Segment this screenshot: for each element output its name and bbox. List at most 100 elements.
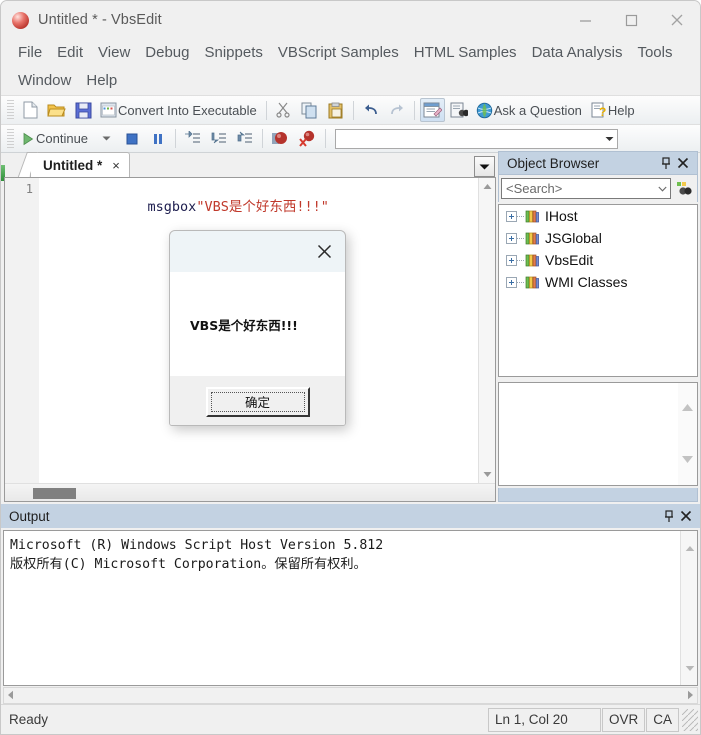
editor-scroll-down-button[interactable] [479, 466, 496, 483]
toolbar-separator [265, 100, 267, 120]
object-browser-find-button[interactable] [673, 178, 695, 199]
clear-breakpoints-button[interactable] [295, 127, 320, 151]
main-toolbar: Convert Into Executable Ask a Question ?… [1, 95, 700, 124]
output-scroll-up-button[interactable] [685, 539, 695, 557]
output-scroll-left-button[interactable] [7, 687, 14, 705]
dialog-message: VBS是个好东西!!! [190, 317, 298, 333]
tab-list-dropdown-button[interactable] [474, 156, 495, 177]
continue-label: Continue [36, 131, 89, 146]
menu-window[interactable]: Window [11, 67, 79, 95]
find-button[interactable] [447, 98, 471, 122]
output-horizontal-scrollbar[interactable] [3, 687, 698, 704]
open-file-button[interactable] [44, 98, 69, 122]
step-into-button[interactable] [181, 127, 205, 151]
object-browser-details-scrollbar[interactable] [678, 383, 697, 485]
menu-html-samples[interactable]: HTML Samples [407, 39, 525, 67]
tree-item-wmi-classes[interactable]: WMI Classes [499, 271, 697, 293]
menu-edit[interactable]: Edit [50, 39, 91, 67]
expand-icon[interactable] [506, 210, 517, 222]
object-browser-panel: Object Browser <Search> IHost JSGlobal V… [498, 151, 698, 502]
redo-button[interactable] [385, 98, 409, 122]
output-scroll-right-button[interactable] [687, 687, 694, 705]
expand-icon[interactable] [506, 254, 517, 266]
toggle-breakpoint-button[interactable] [268, 127, 293, 151]
code-line-1: msgbox"VBS是个好东西!!!" [50, 182, 329, 233]
object-browser-close-icon[interactable] [674, 154, 691, 172]
copy-button[interactable] [298, 98, 322, 122]
continue-button[interactable]: Continue [18, 127, 92, 151]
cut-button[interactable] [272, 98, 296, 122]
find-binoculars-icon [450, 102, 468, 117]
output-close-icon[interactable] [677, 507, 694, 525]
close-button[interactable] [654, 1, 700, 39]
object-browser-search-placeholder: <Search> [506, 181, 563, 196]
script-properties-button[interactable] [419, 98, 445, 122]
menu-vbscript-samples[interactable]: VBScript Samples [271, 39, 407, 67]
ask-a-question-button[interactable]: Ask a Question [473, 98, 586, 122]
menu-tools[interactable]: Tools [630, 39, 680, 67]
paste-button[interactable] [324, 98, 348, 122]
output-vertical-scrollbar[interactable] [680, 531, 697, 685]
status-overwrite-mode[interactable]: OVR [601, 707, 646, 732]
object-browser-search-input[interactable]: <Search> [501, 178, 671, 199]
convert-into-executable-label: Convert Into Executable [118, 102, 257, 118]
help-button[interactable]: ? Help [588, 98, 639, 122]
editor-tab-untitled[interactable]: Untitled * × [30, 152, 130, 178]
menu-help[interactable]: Help [79, 67, 125, 95]
close-icon [680, 510, 691, 522]
tree-item-jsglobal[interactable]: JSGlobal [499, 227, 697, 249]
editor-scroll-up-button[interactable] [479, 178, 496, 195]
close-icon [677, 157, 688, 169]
details-scroll-up-button[interactable] [681, 399, 694, 417]
resize-grip[interactable] [682, 708, 698, 731]
pause-button[interactable] [146, 127, 170, 151]
object-browser-pin-icon[interactable] [657, 154, 674, 172]
play-triangle-icon [23, 132, 34, 145]
continue-dropdown-button[interactable] [94, 127, 118, 151]
object-browser-footer [498, 488, 698, 502]
menu-snippets[interactable]: Snippets [197, 39, 270, 67]
object-browser-search-dropdown[interactable] [654, 186, 670, 192]
new-file-icon [23, 101, 37, 119]
menu-view[interactable]: View [91, 39, 138, 67]
editor-horizontal-scrollbar[interactable] [5, 483, 495, 501]
watch-dropdown-arrow[interactable] [602, 130, 617, 148]
editor-tab-close-icon[interactable]: × [112, 159, 120, 172]
object-browser-tree[interactable]: IHost JSGlobal VbsEdit WMI Classes [498, 204, 698, 377]
undo-arrow-icon [364, 104, 377, 115]
output-text-area[interactable]: Microsoft (R) Windows Script Host Versio… [3, 530, 698, 686]
new-file-button[interactable] [18, 98, 42, 122]
expand-icon[interactable] [506, 232, 517, 244]
status-caps-indicator[interactable]: CA [646, 707, 679, 732]
menu-data-analysis[interactable]: Data Analysis [525, 39, 631, 67]
output-pin-icon[interactable] [660, 507, 677, 525]
details-scroll-down-button[interactable] [681, 451, 694, 469]
ask-a-question-label: Ask a Question [493, 102, 582, 118]
tree-item-vbsedit[interactable]: VbsEdit [499, 249, 697, 271]
step-over-button[interactable] [207, 127, 231, 151]
cut-scissors-icon [276, 102, 290, 118]
scroll-up-arrow-icon [682, 404, 693, 411]
tree-item-ihost[interactable]: IHost [499, 205, 697, 227]
editor-vertical-scrollbar[interactable] [478, 178, 495, 483]
dialog-ok-button[interactable]: 确定 [205, 386, 310, 417]
save-button[interactable] [71, 98, 95, 122]
convert-into-executable-button[interactable]: Convert Into Executable [97, 98, 261, 122]
dialog-close-button[interactable] [311, 239, 337, 263]
step-out-button[interactable] [233, 127, 257, 151]
script-properties-icon [423, 102, 442, 117]
undo-button[interactable] [359, 98, 383, 122]
menu-debug[interactable]: Debug [138, 39, 197, 67]
menu-file[interactable]: File [11, 39, 50, 67]
object-browser-details[interactable] [498, 382, 698, 486]
maximize-button[interactable] [608, 1, 654, 39]
editor-hscroll-thumb[interactable] [33, 488, 76, 499]
toolbar-grip[interactable] [7, 100, 14, 120]
expand-icon[interactable] [506, 276, 517, 288]
watch-expression-combobox[interactable] [335, 128, 619, 149]
toolbar-separator [325, 129, 327, 148]
debug-toolbar-grip[interactable] [7, 128, 14, 149]
stop-button[interactable] [120, 127, 144, 151]
minimize-button[interactable] [562, 1, 608, 39]
output-scroll-down-button[interactable] [685, 659, 695, 677]
